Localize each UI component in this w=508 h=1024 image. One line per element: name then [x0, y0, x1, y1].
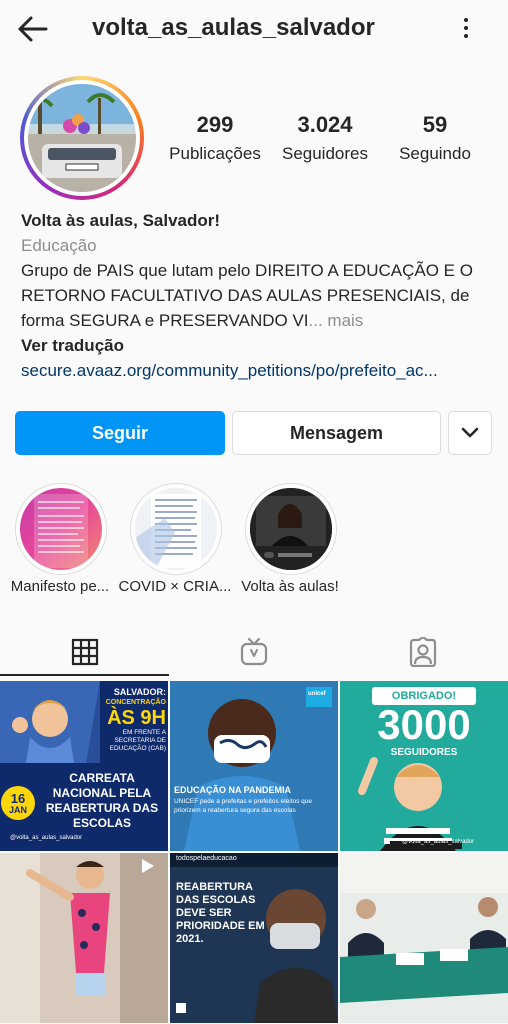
message-button[interactable]: Mensagem [232, 411, 441, 455]
followers-count[interactable]: 3.024 Seguidores [276, 112, 374, 164]
post-reabertura[interactable]: todospelaeducacao Reabertura das escolas… [170, 853, 338, 1023]
tab-igtv[interactable] [169, 628, 338, 676]
post-unicef[interactable]: unicef EDUCAÇÃO NA PANDEMIA UNICEF pede … [170, 681, 338, 851]
post-obrigado-number: 3000 [377, 701, 471, 748]
post-reabertura-headline: Reabertura das escolas deve ser priorida… [176, 881, 265, 945]
grid-icon [71, 638, 98, 666]
translate-link[interactable]: Ver tradução [21, 333, 491, 358]
post-carreata-headline: CARREATA NACIONAL PELA REABERTURA DAS ES… [45, 771, 159, 830]
post-carreata-place: EM FRENTE A SECRETARIA DE EDUCAÇÃO (CAB) [109, 729, 166, 752]
highlight-manifesto[interactable] [15, 483, 107, 575]
more-options-icon[interactable] [456, 14, 476, 44]
suggested-accounts-button[interactable] [448, 411, 492, 455]
back-arrow-icon[interactable] [16, 14, 50, 44]
posts-count-label: Publicações [169, 144, 261, 163]
chevron-down-icon [461, 427, 479, 438]
following-count-label: Seguindo [399, 144, 471, 163]
post-girl-video-art [0, 853, 168, 1023]
followers-count-label: Seguidores [281, 144, 368, 163]
bio-more-link[interactable]: ... mais [309, 311, 364, 330]
post-obrigado-handle: @volta_as_aulas_salvador [402, 839, 475, 845]
post-unicef-body: UNICEF pede a prefeitas e prefeitos elei… [174, 798, 313, 814]
posts-count[interactable]: 299 Publicações [166, 112, 264, 164]
unicef-logo: unicef [308, 691, 326, 697]
profile-category: Educação [21, 236, 97, 255]
post-carreata[interactable]: SALVADOR: CONCENTRAÇÃO ÀS 9H EM FRENTE A… [0, 681, 168, 851]
post-unicef-heading: EDUCAÇÃO NA PANDEMIA [174, 785, 291, 795]
followers-count-value: 3.024 [297, 112, 353, 137]
post-obrigado[interactable]: OBRIGADO! 3000 SEGUIDORES @volta_as_aula… [340, 681, 508, 851]
profile-bio: Volta às aulas, Salvador! Educação Grupo… [21, 208, 491, 383]
profile-username: volta_as_aulas_salvador [92, 14, 375, 41]
post-carreata-line1: CONCENTRAÇÃO [105, 699, 166, 706]
post-carreata-date-month: JAN [8, 805, 27, 815]
post-carreata-date-day: 16 [10, 791, 26, 806]
post-reabertura-handle: todospelaeducacao [176, 855, 237, 862]
post-carreata-handle: @volta_as_aulas_salvador [10, 835, 83, 841]
highlight-volta-label: Volta às aulas! [241, 578, 339, 595]
tagged-person-icon [409, 637, 436, 667]
post-meeting-art [340, 853, 508, 1023]
igtv-icon [240, 637, 267, 666]
post-unicef-art [170, 681, 338, 851]
bio-text: Grupo de PAIS que lutam pelo DIREITO A E… [21, 261, 473, 330]
top-bar: volta_as_aulas_salvador [0, 0, 508, 60]
bio-website-link[interactable]: secure.avaaz.org/community_petitions/po/… [21, 358, 491, 383]
post-meeting[interactable] [340, 853, 508, 1023]
tab-grid[interactable] [0, 628, 169, 676]
following-count-value: 59 [422, 112, 448, 137]
highlight-manifesto-label: Manifesto pe... [10, 578, 110, 595]
highlight-covid[interactable] [130, 483, 222, 575]
bio-text-block: Grupo de PAIS que lutam pelo DIREITO A E… [21, 258, 491, 333]
post-obrigado-label: SEGUIDORES [390, 747, 458, 758]
highlight-covid-label: COVID × CRIA... [118, 578, 232, 595]
profile-avatar[interactable] [20, 76, 144, 200]
tab-tagged[interactable] [338, 628, 507, 676]
post-girl-video[interactable] [0, 853, 168, 1023]
highlight-volta[interactable] [245, 483, 337, 575]
posts-count-value: 299 [196, 112, 234, 137]
post-carreata-title: SALVADOR: [113, 687, 166, 697]
follow-button[interactable]: Seguir [15, 411, 225, 455]
active-tab-indicator [0, 674, 169, 676]
profile-display-name: Volta às aulas, Salvador! [21, 211, 221, 230]
profile-tabs [0, 628, 508, 676]
post-carreata-time: ÀS 9H [107, 707, 166, 729]
following-count[interactable]: 59 Seguindo [390, 112, 480, 164]
